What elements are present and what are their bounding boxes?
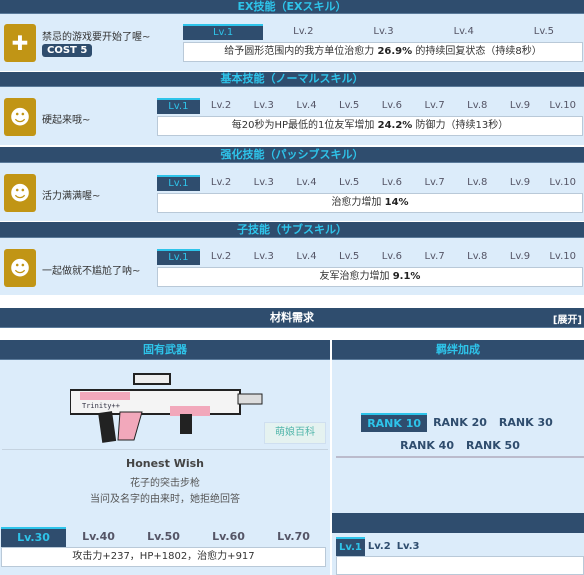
level-tab[interactable]: Lv.7 (413, 249, 456, 265)
level-tab[interactable]: Lv.4 (285, 98, 328, 114)
level-tab[interactable]: Lv.5 (504, 24, 584, 40)
sub-skill-header: 子技能（サブスキル） (0, 222, 584, 238)
level-tab[interactable]: Lv.2 (200, 98, 243, 114)
rank-tabs: RANK 10 RANK 20 RANK 30 RANK 40 RANK 50 (336, 413, 584, 455)
level-tab[interactable]: Lv.7 (413, 175, 456, 191)
level-tab[interactable]: Lv.60 (196, 527, 261, 547)
buff-up-icon: ☻ (4, 98, 36, 136)
level-tab[interactable]: Lv.9 (499, 249, 542, 265)
level-tab[interactable]: Lv.1 (157, 98, 200, 114)
buff-up-icon: ☻ (4, 174, 36, 212)
weapon-quote: 当问及名字的由来时，她拒绝回答 (90, 494, 240, 505)
basic-skill-section: ☻ 硬起来哦~ Lv.1 Lv.2 Lv.3 Lv.4 Lv.5 Lv.6 Lv.7 Lv.8… (0, 87, 584, 145)
weapon-panel: Trinity++ 萌娘百科 Honest Wish 花子的突击步枪 当问及名字… (0, 360, 330, 575)
level-tab[interactable]: Lv.1 (183, 24, 264, 40)
level-tab[interactable]: Lv.50 (131, 527, 196, 547)
level-tab[interactable]: Lv.1 (336, 537, 365, 556)
weapon-type: 花子的突击步枪 (130, 478, 200, 489)
rank-tab[interactable]: RANK 50 (460, 436, 526, 455)
weapon-stats: 攻击力+237，HP+1802，治愈力+917 (1, 547, 326, 567)
level-tab[interactable]: Lv.2 (200, 175, 243, 191)
level-tab[interactable]: Lv.6 (371, 175, 414, 191)
level-tab[interactable]: Lv.9 (499, 98, 542, 114)
level-tab[interactable]: Lv.1 (157, 249, 200, 265)
passive-skill-section: ☻ 活力满满喔~ Lv.1 Lv.2 Lv.3 Lv.4 Lv.5 Lv.6 Lv.7 Lv.… (0, 163, 584, 221)
level-tab[interactable]: Lv.70 (261, 527, 326, 547)
rank-tab[interactable]: RANK 30 (493, 413, 559, 432)
level-tab[interactable]: Lv.3 (242, 98, 285, 114)
passive-skill-desc: 治愈力增加 14% (157, 193, 583, 213)
svg-text:Trinity++: Trinity++ (82, 402, 120, 410)
level-tab[interactable]: Lv.10 (541, 249, 584, 265)
ex-skill-header: EX技能（EXスキル） (0, 0, 584, 14)
level-tab[interactable]: Lv.2 (263, 24, 343, 40)
level-tab[interactable]: Lv.30 (1, 527, 66, 547)
level-tab[interactable]: Lv.3 (242, 249, 285, 265)
level-tab[interactable]: Lv.4 (285, 249, 328, 265)
bond-panel: RANK 10 RANK 20 RANK 30 RANK 40 RANK 50 Lv.1… (332, 360, 584, 575)
rank-tab[interactable]: RANK 20 (427, 413, 493, 432)
bond-desc-box (336, 556, 584, 575)
watermark-logo: 萌娘百科 (264, 422, 326, 444)
level-tab[interactable]: Lv.7 (413, 98, 456, 114)
materials-header: 材料需求 (0, 308, 584, 328)
divider (336, 456, 584, 458)
heal-plus-icon: ✚ (4, 24, 36, 62)
basic-level-tabs: Lv.1 Lv.2 Lv.3 Lv.4 Lv.5 Lv.6 Lv.7 Lv.8 Lv.9 Lv.1… (157, 98, 584, 114)
level-tab[interactable]: Lv.4 (285, 175, 328, 191)
level-tab[interactable]: Lv.2 (365, 537, 394, 556)
rank-tab[interactable]: RANK 10 (361, 413, 428, 432)
ex-skill-name: 禁忌的游戏要开始了喔~ (42, 32, 151, 43)
sub-skill-section: ☻ 一起做就不尴尬了呐~ Lv.1 Lv.2 Lv.3 Lv.4 Lv.5 Lv.6 Lv.… (0, 238, 584, 295)
level-tab[interactable]: Lv.2 (200, 249, 243, 265)
level-tab[interactable]: Lv.10 (541, 175, 584, 191)
ex-level-tabs: Lv.1 Lv.2 Lv.3 Lv.4 Lv.5 (183, 24, 584, 40)
sub-level-tabs: Lv.1 Lv.2 Lv.3 Lv.4 Lv.5 Lv.6 Lv.7 Lv.8 Lv.9 Lv.1… (157, 249, 584, 265)
level-tab[interactable]: Lv.8 (456, 98, 499, 114)
level-tab[interactable]: Lv.5 (328, 249, 371, 265)
level-tab[interactable]: Lv.4 (424, 24, 504, 40)
bond-level-tabs: Lv.1 Lv.2 Lv.3 (336, 537, 423, 556)
bond-header: 羁绊加成 (332, 340, 584, 360)
ex-skill-section: ✚ 禁忌的游戏要开始了喔~ COST 5 Lv.1 Lv.2 Lv.3 Lv.4 Lv.… (0, 14, 584, 71)
sub-skill-desc: 友军治愈力增加 9.1% (157, 267, 583, 287)
materials-title: 材料需求 (270, 311, 314, 324)
weapon-header: 固有武器 (0, 340, 330, 360)
bond-sub-header (332, 513, 584, 533)
sub-skill-name: 一起做就不尴尬了呐~ (42, 266, 141, 277)
level-tab[interactable]: Lv.1 (157, 175, 200, 191)
level-tab[interactable]: Lv.6 (371, 98, 414, 114)
basic-skill-header: 基本技能（ノーマルスキル） (0, 72, 584, 87)
level-tab[interactable]: Lv.3 (343, 24, 423, 40)
rank-tab[interactable]: RANK 40 (394, 436, 460, 455)
level-tab[interactable]: Lv.5 (328, 98, 371, 114)
passive-skill-name: 活力满满喔~ (42, 191, 101, 202)
expand-link[interactable]: [展开] (553, 311, 582, 326)
level-tab[interactable]: Lv.9 (499, 175, 542, 191)
ex-skill-desc: 给予圆形范围内的我方单位治愈力 26.9% 的持续回复状态（持续8秒） (183, 42, 583, 62)
weapon-image: Trinity++ (70, 373, 263, 443)
level-tab[interactable]: Lv.8 (456, 249, 499, 265)
level-tab[interactable]: Lv.6 (371, 249, 414, 265)
buff-up-icon: ☻ (4, 249, 36, 287)
basic-skill-name: 硬起来哦~ (42, 115, 91, 126)
basic-skill-desc: 每20秒为HP最低的1位友军增加 24.2% 防御力（持续13秒） (157, 116, 583, 136)
passive-skill-header: 强化技能（パッシブスキル） (0, 147, 584, 163)
level-tab[interactable]: Lv.3 (394, 537, 423, 556)
level-tab[interactable]: Lv.8 (456, 175, 499, 191)
level-tab[interactable]: Lv.3 (242, 175, 285, 191)
level-tab[interactable]: Lv.40 (66, 527, 131, 547)
weapon-level-tabs: Lv.30 Lv.40 Lv.50 Lv.60 Lv.70 (1, 527, 326, 547)
level-tab[interactable]: Lv.10 (541, 98, 584, 114)
cost-badge: COST 5 (42, 44, 93, 57)
divider (2, 449, 328, 450)
level-tab[interactable]: Lv.5 (328, 175, 371, 191)
weapon-name: Honest Wish (126, 457, 204, 470)
passive-level-tabs: Lv.1 Lv.2 Lv.3 Lv.4 Lv.5 Lv.6 Lv.7 Lv.8 Lv.9 Lv.1… (157, 175, 584, 191)
